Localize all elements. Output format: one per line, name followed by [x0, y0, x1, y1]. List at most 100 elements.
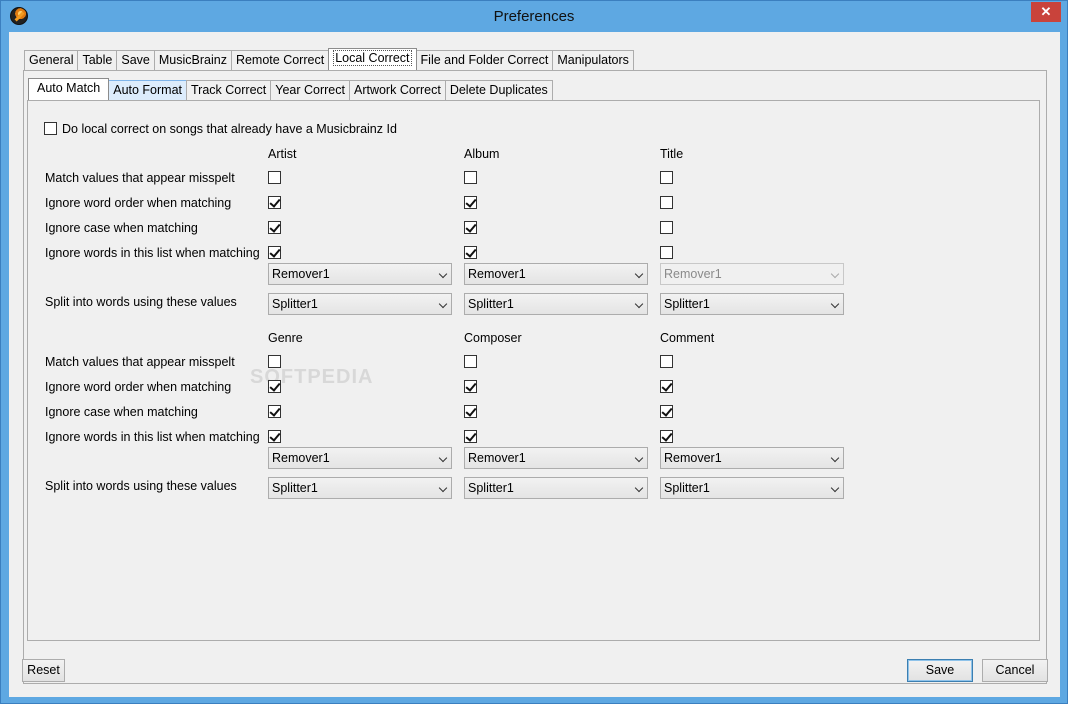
chevron-down-icon	[438, 269, 448, 279]
genre-case-checkbox[interactable]	[268, 405, 281, 418]
column-header-artist: Artist	[268, 147, 297, 161]
chevron-down-icon	[634, 299, 644, 309]
chevron-down-icon	[634, 269, 644, 279]
title-splitter-select[interactable]: Splitter1	[660, 293, 844, 315]
tab-table[interactable]: Table	[77, 50, 118, 70]
select-value: Splitter1	[272, 297, 318, 311]
comment-remover-select[interactable]: Remover1	[660, 447, 844, 469]
tab-file-and-folder-correct[interactable]: File and Folder Correct	[415, 50, 554, 70]
column-header-album: Album	[464, 147, 500, 161]
tab-label: Local Correct	[333, 50, 412, 66]
tab-label: General	[29, 53, 74, 67]
select-value: Splitter1	[468, 481, 514, 495]
subtab-label: Auto Format	[113, 83, 183, 97]
subtab-label: Year Correct	[275, 83, 345, 97]
local-correct-panel: Auto Match Auto Format Track Correct Year C…	[23, 70, 1047, 684]
artist-misspelt-checkbox[interactable]	[268, 171, 281, 184]
genre-words-list-checkbox[interactable]	[268, 430, 281, 443]
subtab-label: Delete Duplicates	[449, 83, 548, 97]
row-label-words-list: Ignore words in this list when matching	[45, 430, 260, 444]
tab-remote-correct[interactable]: Remote Correct	[230, 50, 330, 70]
close-button[interactable]: ✕	[1031, 2, 1061, 22]
row-label-split: Split into words using these values	[45, 479, 237, 493]
composer-misspelt-checkbox[interactable]	[464, 355, 477, 368]
album-splitter-select[interactable]: Splitter1	[464, 293, 648, 315]
tab-label: Table	[82, 53, 113, 67]
subtab-label: Track Correct	[191, 83, 267, 97]
sub-tab-strip: Auto Match Auto Format Track Correct Year C…	[28, 78, 553, 100]
comment-word-order-checkbox[interactable]	[660, 380, 673, 393]
album-word-order-checkbox[interactable]	[464, 196, 477, 209]
select-value: Remover1	[664, 267, 722, 281]
tab-label: Save	[121, 53, 150, 67]
composer-words-list-checkbox[interactable]	[464, 430, 477, 443]
comment-splitter-select[interactable]: Splitter1	[660, 477, 844, 499]
column-header-title: Title	[660, 147, 684, 161]
row-label-case: Ignore case when matching	[45, 405, 198, 419]
subtab-track-correct[interactable]: Track Correct	[186, 80, 272, 100]
auto-match-panel: Do local correct on songs that already h…	[27, 100, 1040, 641]
title-bar: Preferences ✕	[1, 1, 1067, 32]
musicbrainz-id-checkbox[interactable]	[44, 122, 57, 135]
subtab-auto-match[interactable]: Auto Match	[28, 78, 110, 100]
title-word-order-checkbox[interactable]	[660, 196, 673, 209]
row-label-words-list: Ignore words in this list when matching	[45, 246, 260, 260]
artist-splitter-select[interactable]: Splitter1	[268, 293, 452, 315]
select-value: Remover1	[664, 451, 722, 465]
row-label-misspelt: Match values that appear misspelt	[45, 171, 235, 185]
tab-label: MusicBrainz	[158, 53, 227, 67]
chevron-down-icon	[830, 299, 840, 309]
column-header-comment: Comment	[660, 331, 715, 345]
composer-splitter-select[interactable]: Splitter1	[464, 477, 648, 499]
chevron-down-icon	[830, 269, 840, 279]
title-words-list-checkbox[interactable]	[660, 246, 673, 259]
composer-case-checkbox[interactable]	[464, 405, 477, 418]
genre-misspelt-checkbox[interactable]	[268, 355, 281, 368]
tab-save[interactable]: Save	[116, 50, 155, 70]
title-misspelt-checkbox[interactable]	[660, 171, 673, 184]
chevron-down-icon	[438, 453, 448, 463]
artist-words-list-checkbox[interactable]	[268, 246, 281, 259]
album-case-checkbox[interactable]	[464, 221, 477, 234]
select-value: Splitter1	[468, 297, 514, 311]
select-value: Splitter1	[664, 481, 710, 495]
album-remover-select[interactable]: Remover1	[464, 263, 648, 285]
genre-splitter-select[interactable]: Splitter1	[268, 477, 452, 499]
chevron-down-icon	[830, 483, 840, 493]
composer-remover-select[interactable]: Remover1	[464, 447, 648, 469]
album-words-list-checkbox[interactable]	[464, 246, 477, 259]
tab-local-correct[interactable]: Local Correct	[328, 48, 417, 70]
tab-general[interactable]: General	[24, 50, 79, 70]
comment-words-list-checkbox[interactable]	[660, 430, 673, 443]
comment-misspelt-checkbox[interactable]	[660, 355, 673, 368]
column-header-genre: Genre	[268, 331, 303, 345]
cancel-button[interactable]: Cancel	[982, 659, 1048, 682]
save-button[interactable]: Save	[907, 659, 973, 682]
subtab-delete-duplicates[interactable]: Delete Duplicates	[444, 80, 553, 100]
window-title: Preferences	[493, 8, 575, 25]
tab-manipulators[interactable]: Manipulators	[552, 50, 634, 70]
tab-musicbrainz[interactable]: MusicBrainz	[153, 50, 232, 70]
tab-label: File and Folder Correct	[420, 53, 549, 67]
tab-label: Remote Correct	[235, 53, 325, 67]
genre-remover-select[interactable]: Remover1	[268, 447, 452, 469]
comment-case-checkbox[interactable]	[660, 405, 673, 418]
chevron-down-icon	[830, 453, 840, 463]
title-remover-select: Remover1	[660, 263, 844, 285]
genre-word-order-checkbox[interactable]	[268, 380, 281, 393]
column-header-composer: Composer	[464, 331, 522, 345]
title-case-checkbox[interactable]	[660, 221, 673, 234]
artist-case-checkbox[interactable]	[268, 221, 281, 234]
row-label-case: Ignore case when matching	[45, 221, 198, 235]
reset-button[interactable]: Reset	[22, 659, 65, 682]
preferences-window: Preferences ✕ General Table Save MusicBrain…	[0, 0, 1068, 704]
chevron-down-icon	[634, 483, 644, 493]
artist-word-order-checkbox[interactable]	[268, 196, 281, 209]
artist-remover-select[interactable]: Remover1	[268, 263, 452, 285]
album-misspelt-checkbox[interactable]	[464, 171, 477, 184]
subtab-year-correct[interactable]: Year Correct	[270, 80, 350, 100]
subtab-auto-format[interactable]: Auto Format	[108, 80, 188, 100]
subtab-label: Auto Match	[37, 81, 101, 95]
subtab-artwork-correct[interactable]: Artwork Correct	[348, 80, 446, 100]
composer-word-order-checkbox[interactable]	[464, 380, 477, 393]
